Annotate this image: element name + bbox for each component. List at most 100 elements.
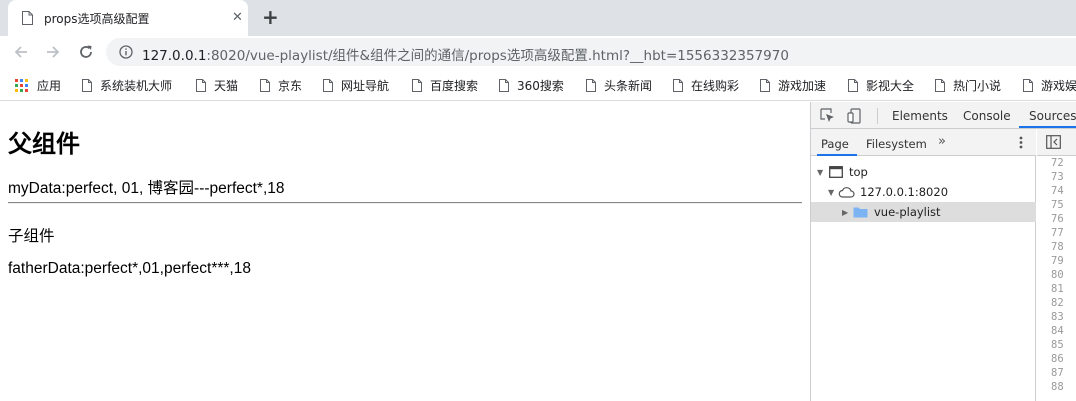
- bookmark-item[interactable]: 游戏娱: [1023, 77, 1076, 94]
- back-arrow-icon: [14, 46, 27, 58]
- child-component-label: 子组件: [8, 228, 55, 245]
- apps-grid-icon: [15, 79, 28, 92]
- bookmark-item[interactable]: 天猫: [196, 77, 238, 94]
- line-number: 80: [1051, 269, 1064, 281]
- new-tab-button[interactable]: +: [262, 6, 279, 28]
- bookmark-label: 天猫: [214, 79, 239, 93]
- url-text[interactable]: 127.0.0.1:8020/vue-playlist/组件&组件之间的通信/p…: [142, 44, 789, 64]
- collapsed-triangle-icon: ▶: [842, 207, 849, 217]
- divider: [8, 202, 802, 204]
- tree-item-vue-playlist[interactable]: ▶ vue-playlist: [811, 202, 1036, 222]
- forward-button[interactable]: [41, 40, 65, 64]
- device-toolbar-icon[interactable]: [847, 108, 863, 124]
- tab-strip: props选项高级配置 ✕ +: [0, 0, 1076, 36]
- page-icon: [760, 79, 770, 92]
- page-icon: [323, 79, 333, 92]
- bookmark-label: 在线购彩: [691, 79, 740, 93]
- expanded-triangle-icon: ▼: [828, 187, 835, 197]
- bookmark-item[interactable]: 360搜索: [499, 77, 564, 94]
- tab-title: props选项高级配置: [44, 12, 150, 26]
- toolbar-separator: [877, 108, 878, 124]
- my-data-text: myData:perfect, 01, 博客园---perfect*,18: [8, 180, 285, 197]
- line-number: 81: [1051, 283, 1064, 295]
- bookmark-label: 百度搜索: [430, 79, 479, 93]
- frame-icon: [829, 166, 843, 178]
- bookmark-item[interactable]: 系统装机大师: [82, 77, 172, 94]
- bookmark-apps[interactable]: 应用: [15, 77, 61, 94]
- bookmark-item[interactable]: 游戏加速: [760, 77, 826, 94]
- toggle-navigator-icon[interactable]: [1046, 135, 1061, 149]
- devtools-toolbar: Elements Console Sources: [811, 102, 1076, 129]
- url-path: :8020/vue-playlist/组件&组件之间的通信/props选项高级配…: [206, 48, 789, 64]
- tab-page[interactable]: Page: [821, 137, 849, 151]
- more-options-icon[interactable]: [1019, 136, 1023, 149]
- reload-icon: [80, 45, 92, 58]
- line-number: 86: [1051, 353, 1064, 365]
- line-number: 87: [1051, 367, 1064, 379]
- line-number: 85: [1051, 339, 1064, 351]
- page-icon: [1023, 79, 1033, 92]
- page-icon: [412, 79, 422, 92]
- tab-elements[interactable]: Elements: [892, 109, 948, 123]
- line-number: 82: [1051, 297, 1064, 309]
- bookmark-item[interactable]: 热门小说: [935, 77, 1001, 94]
- bookmark-item[interactable]: 网址导航: [323, 77, 389, 94]
- page-icon: [673, 79, 683, 92]
- bookmark-item[interactable]: 在线购彩: [673, 77, 739, 94]
- line-number: 77: [1051, 227, 1064, 239]
- tree-item-label: vue-playlist: [874, 205, 941, 219]
- bookmark-label: 影视大全: [866, 79, 915, 93]
- line-number: 79: [1051, 255, 1064, 267]
- tab-sources[interactable]: Sources: [1029, 109, 1076, 123]
- bookmark-label: 头条新闻: [604, 79, 653, 93]
- expanded-triangle-icon: ▼: [817, 167, 824, 177]
- tab-console[interactable]: Console: [963, 109, 1011, 123]
- folder-icon: [853, 207, 868, 218]
- cloud-icon: [838, 187, 855, 198]
- page-icon: [586, 79, 596, 92]
- bookmark-label: 网址导航: [341, 79, 390, 93]
- tab-filesystem[interactable]: Filesystem: [866, 137, 927, 151]
- devtools-panel: Elements Console Sources Page Filesystem…: [810, 102, 1076, 401]
- bookmark-item[interactable]: 百度搜索: [412, 77, 478, 94]
- browser-toolbar: 127.0.0.1:8020/vue-playlist/组件&组件之间的通信/p…: [0, 36, 1076, 68]
- bookmark-label: 360搜索: [517, 79, 564, 93]
- address-bar[interactable]: 127.0.0.1:8020/vue-playlist/组件&组件之间的通信/p…: [106, 38, 1076, 66]
- line-number: 88: [1051, 381, 1064, 393]
- bookmark-label: 京东: [278, 79, 303, 93]
- bookmark-item[interactable]: 头条新闻: [586, 77, 652, 94]
- url-host: 127.0.0.1: [142, 48, 207, 64]
- page-icon: [848, 79, 858, 92]
- more-tabs-icon[interactable]: »: [938, 134, 946, 149]
- inspect-element-icon[interactable]: [820, 108, 835, 123]
- close-tab-icon[interactable]: ✕: [232, 9, 243, 27]
- line-number: 74: [1051, 185, 1064, 197]
- line-number: 73: [1051, 171, 1064, 183]
- back-button[interactable]: [9, 40, 33, 64]
- tree-item-label: 127.0.0.1:8020: [860, 185, 949, 199]
- tree-item-origin[interactable]: ▼ 127.0.0.1:8020: [811, 182, 1036, 202]
- line-number: 78: [1051, 241, 1064, 253]
- page-icon: [196, 79, 206, 92]
- info-icon[interactable]: [119, 45, 133, 59]
- reload-button[interactable]: [74, 40, 98, 64]
- active-navigator-tab-indicator: [817, 154, 857, 156]
- bookmark-label: 游戏娱: [1041, 79, 1076, 93]
- sources-editor: 72 73 74 75 76 77 78 79 80 81 82 83 84 8…: [1037, 129, 1076, 401]
- line-number: 76: [1051, 213, 1064, 225]
- line-number-gutter: 72 73 74 75 76 77 78 79 80 81 82 83 84 8…: [1037, 156, 1076, 401]
- sources-navigator: Page Filesystem » ▼ top ▼ 127.0.0.1:8020…: [811, 129, 1036, 401]
- line-number: 72: [1051, 157, 1064, 169]
- tree-item-top[interactable]: ▼ top: [811, 162, 1036, 182]
- forward-arrow-icon: [47, 46, 60, 58]
- parent-component-heading: 父组件: [8, 130, 80, 158]
- bookmark-item[interactable]: 影视大全: [848, 77, 914, 94]
- bookmark-label: 应用: [37, 79, 62, 93]
- line-number: 75: [1051, 199, 1064, 211]
- page-icon: [82, 79, 92, 92]
- bookmark-label: 热门小说: [953, 79, 1002, 93]
- bookmarks-bar: 应用 系统装机大师 天猫 京东 网址导航 百度搜索 360搜索 头条新闻 在线购…: [0, 68, 1076, 101]
- editor-toolbar: [1037, 129, 1076, 156]
- browser-tab[interactable]: props选项高级配置 ✕: [8, 0, 248, 36]
- bookmark-item[interactable]: 京东: [260, 77, 302, 94]
